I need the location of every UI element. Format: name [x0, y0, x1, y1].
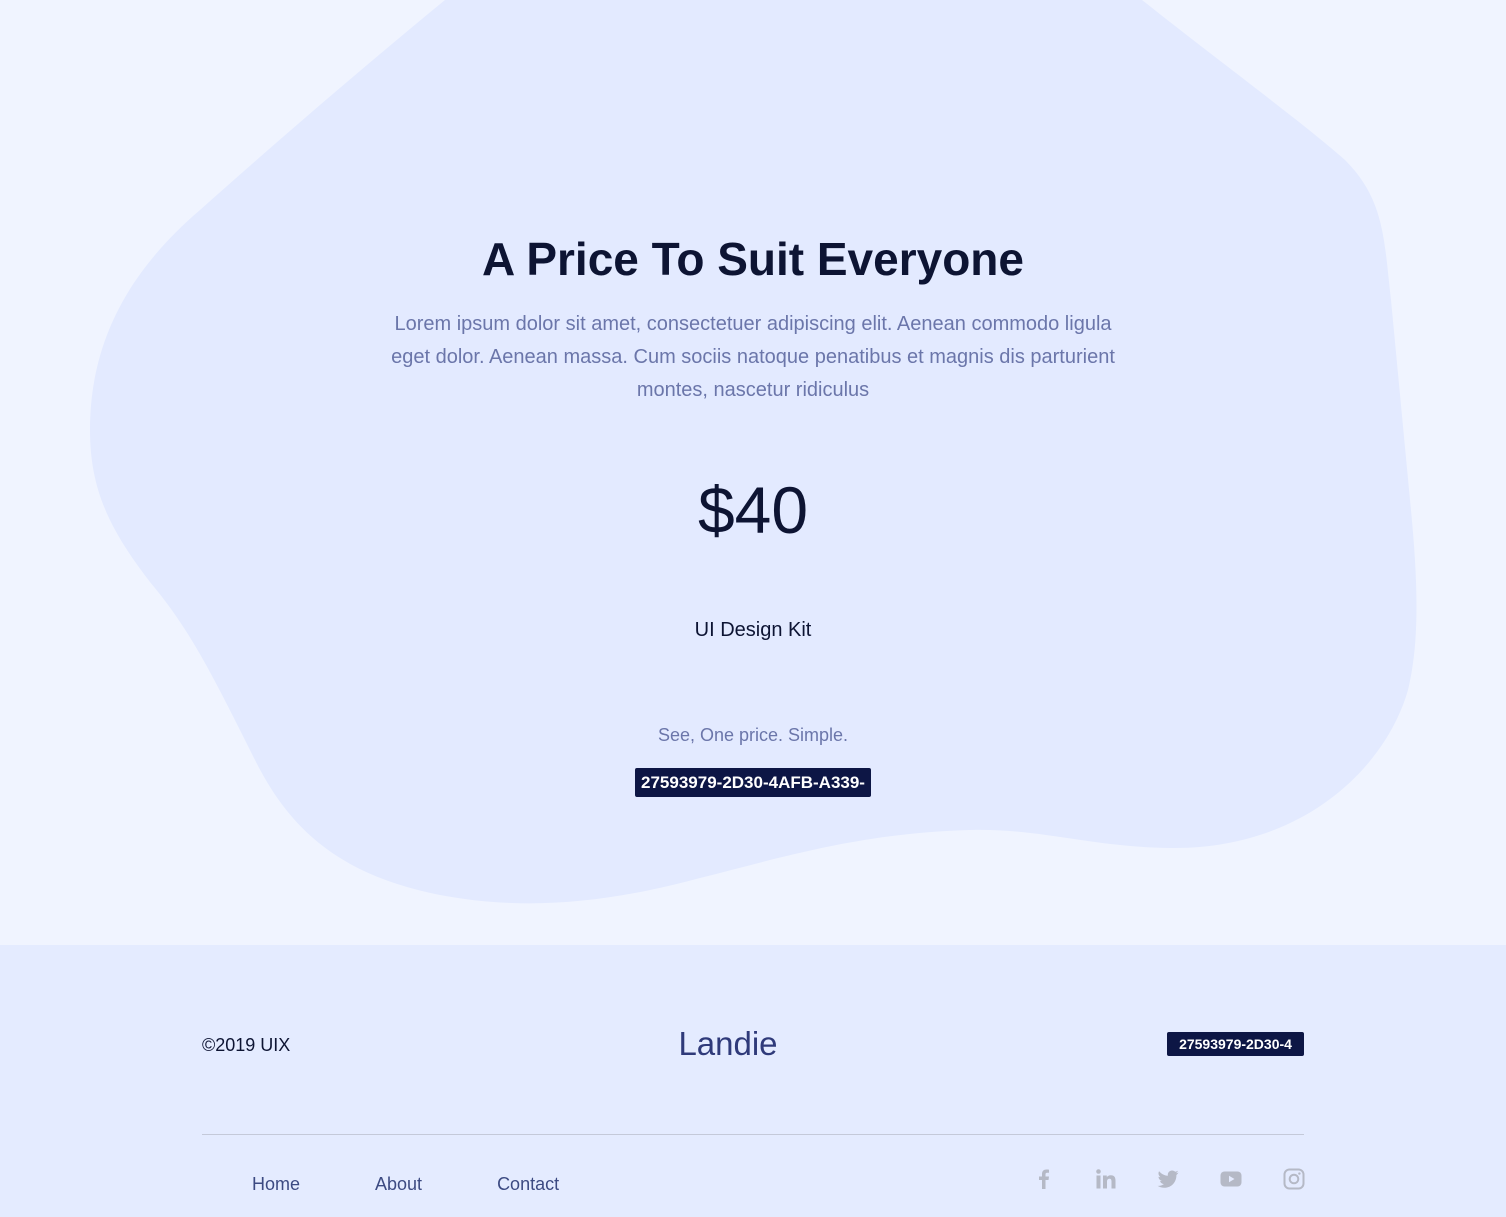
instagram-icon[interactable]	[1282, 1167, 1306, 1191]
twitter-icon[interactable]	[1156, 1167, 1180, 1191]
facebook-icon[interactable]	[1032, 1167, 1056, 1191]
hero-description: Lorem ipsum dolor sit amet, consectetuer…	[391, 313, 1115, 401]
nav-link-about[interactable]: About	[375, 1172, 422, 1196]
price-value: $40	[697, 473, 809, 547]
pricing-hero: A Price To Suit Everyone Lorem ipsum dol…	[0, 0, 1506, 945]
site-footer: ©2019 UIX Landie 27593979-2D30-4 Home Ab…	[0, 945, 1506, 1217]
footer-divider	[202, 1134, 1304, 1135]
youtube-icon[interactable]	[1219, 1167, 1243, 1191]
footer-nav: Home About Contact	[252, 1172, 634, 1196]
footer-code-badge: 27593979-2D30-4	[1167, 1032, 1304, 1056]
nav-link-contact[interactable]: Contact	[497, 1172, 559, 1196]
page-title: A Price To Suit Everyone	[482, 233, 1024, 285]
product-name: UI Design Kit	[694, 619, 812, 641]
code-badge: 27593979-2D30-4AFB-A339-	[635, 768, 871, 797]
linkedin-icon[interactable]	[1094, 1167, 1118, 1191]
pricing-tagline: See, One price. Simple.	[657, 725, 849, 745]
nav-link-home[interactable]: Home	[252, 1172, 300, 1196]
